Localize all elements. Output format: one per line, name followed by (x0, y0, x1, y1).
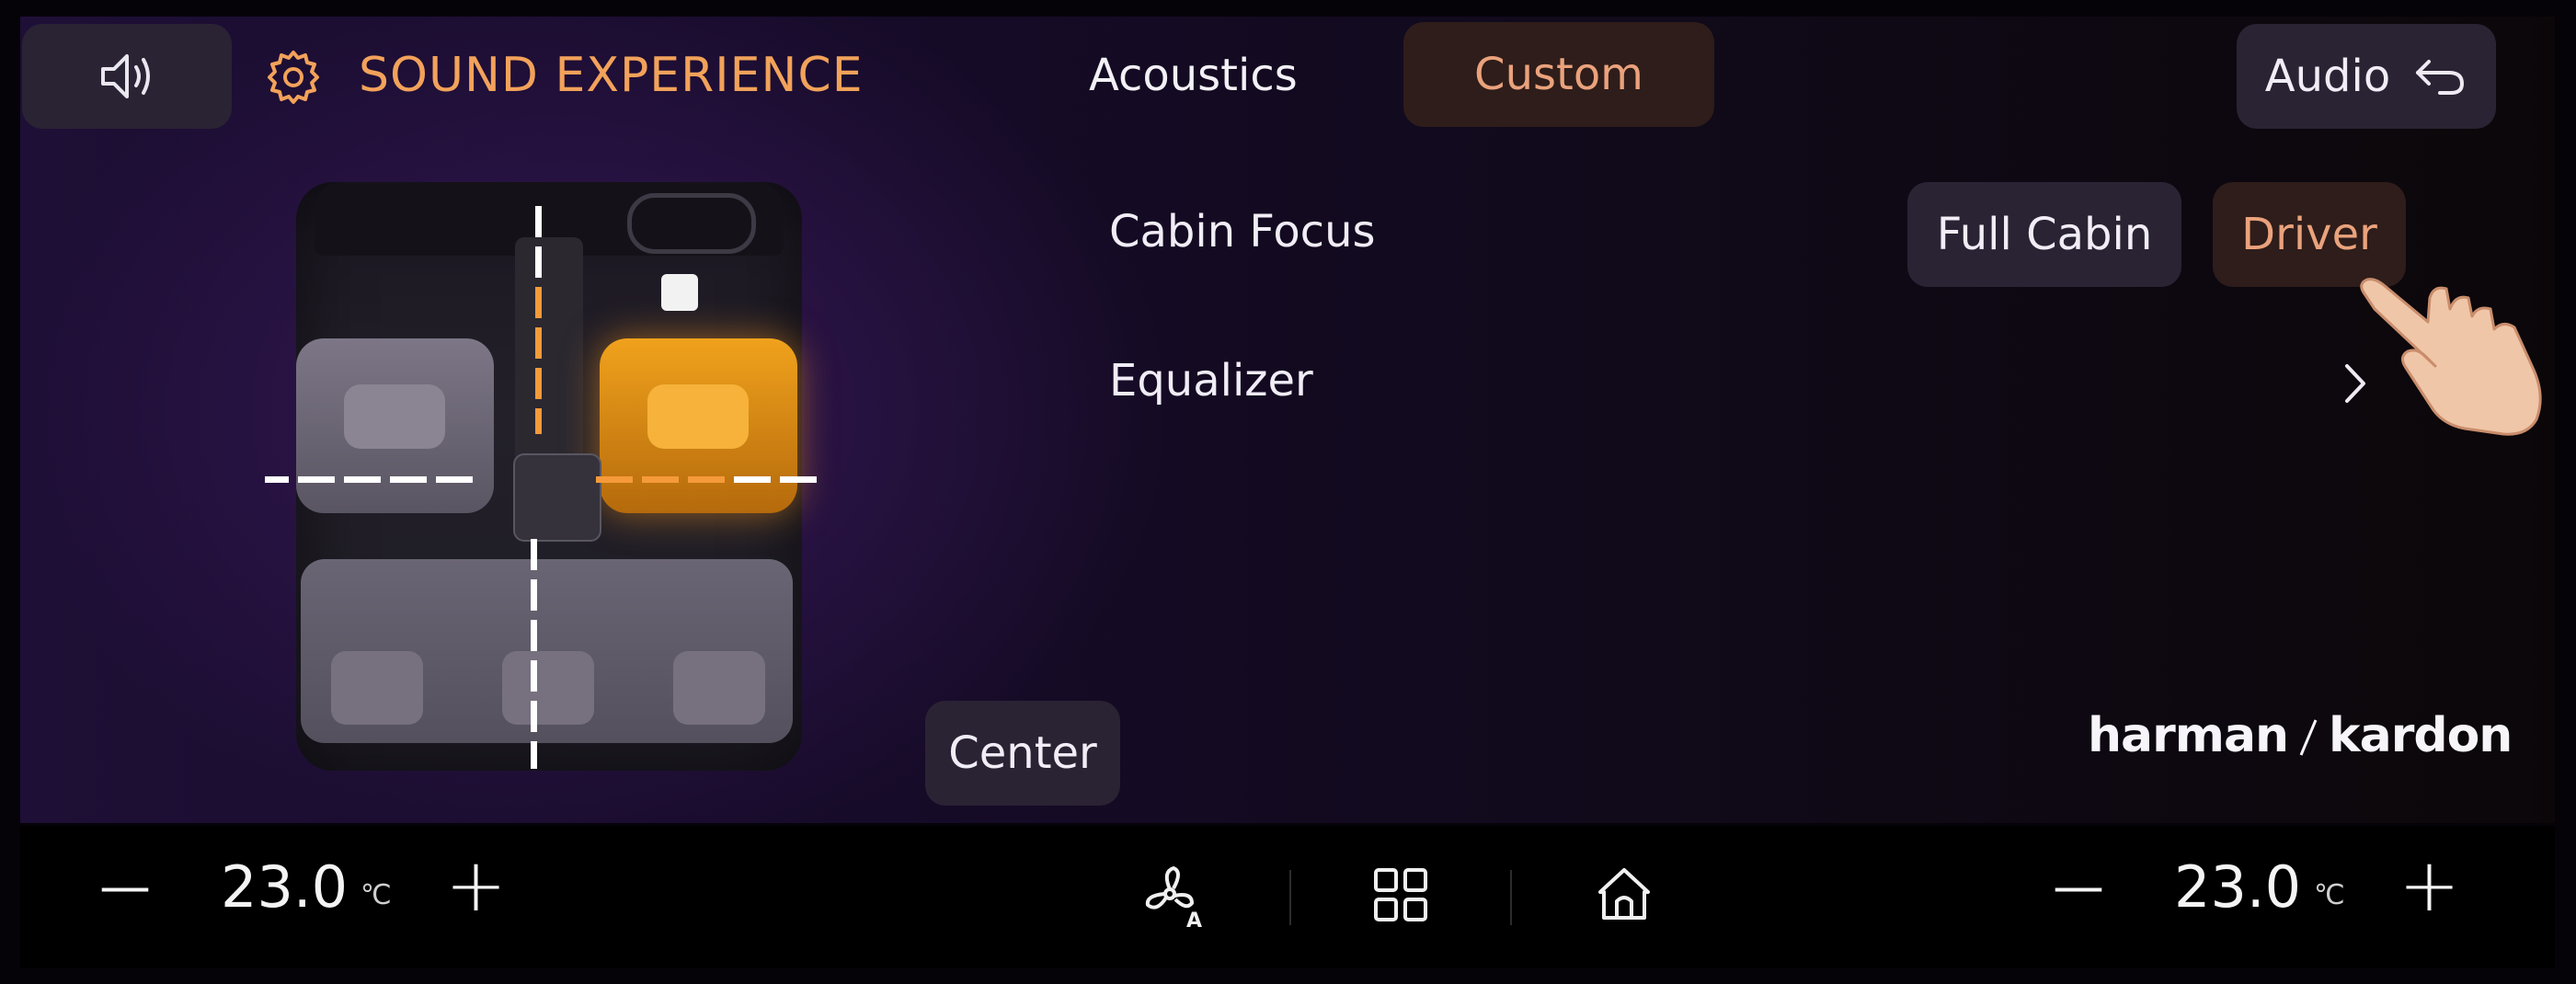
audio-back-label: Audio (2264, 51, 2391, 102)
speaker-icon (101, 54, 150, 98)
home-icon[interactable] (1595, 864, 1654, 923)
tab-acoustics[interactable]: Acoustics (1089, 50, 1298, 101)
gear-icon (268, 51, 319, 104)
climate-bar: — 23.0 ℃ + A — 23.0 ℃ + (20, 826, 2555, 968)
right-temp-minus-button[interactable]: — (2053, 857, 2104, 917)
apps-grid-icon[interactable] (1372, 866, 1429, 923)
cabin-focus-label: Cabin Focus (1109, 206, 1376, 257)
left-temp-value: 23.0 (221, 853, 349, 921)
page-title: SOUND EXPERIENCE (359, 48, 864, 103)
steering-wheel (627, 193, 756, 254)
driver-label: Driver (2241, 209, 2377, 260)
left-temp-minus-button[interactable]: — (99, 857, 151, 917)
separator (1289, 870, 1291, 925)
center-label: Center (948, 727, 1097, 779)
pointing-hand-icon (2360, 278, 2542, 436)
sound-focus-point[interactable] (661, 274, 698, 311)
right-temp-value: 23.0 (2174, 853, 2302, 921)
equalizer-label[interactable]: Equalizer (1109, 355, 1313, 406)
separator (1510, 870, 1512, 925)
audio-back-button[interactable]: Audio (2237, 24, 2496, 129)
brand-kardon: kardon (2329, 708, 2513, 763)
tab-custom[interactable]: Custom (1403, 22, 1714, 127)
tab-custom-label: Custom (1474, 49, 1643, 100)
right-temp-unit: ℃ (2314, 879, 2345, 911)
svg-text:A: A (1186, 910, 1202, 933)
full-cabin-button[interactable]: Full Cabin (1907, 182, 2181, 287)
brand-harman: harman (2088, 708, 2289, 763)
brand-slash (2297, 714, 2319, 756)
harman-kardon-logo: harman kardon (2088, 708, 2513, 763)
center-button[interactable]: Center (925, 701, 1120, 806)
full-cabin-label: Full Cabin (1936, 209, 2153, 260)
left-temp-unit: ℃ (361, 879, 392, 911)
sound-button[interactable] (22, 24, 232, 129)
back-arrow-icon (2416, 60, 2465, 95)
sound-experience-screen: SOUND EXPERIENCE Acoustics Custom Audio (20, 17, 2555, 823)
left-temp-plus-button[interactable]: + (445, 842, 507, 928)
right-temp-plus-button[interactable]: + (2399, 842, 2460, 928)
fan-auto-icon[interactable]: A (1142, 863, 1212, 933)
